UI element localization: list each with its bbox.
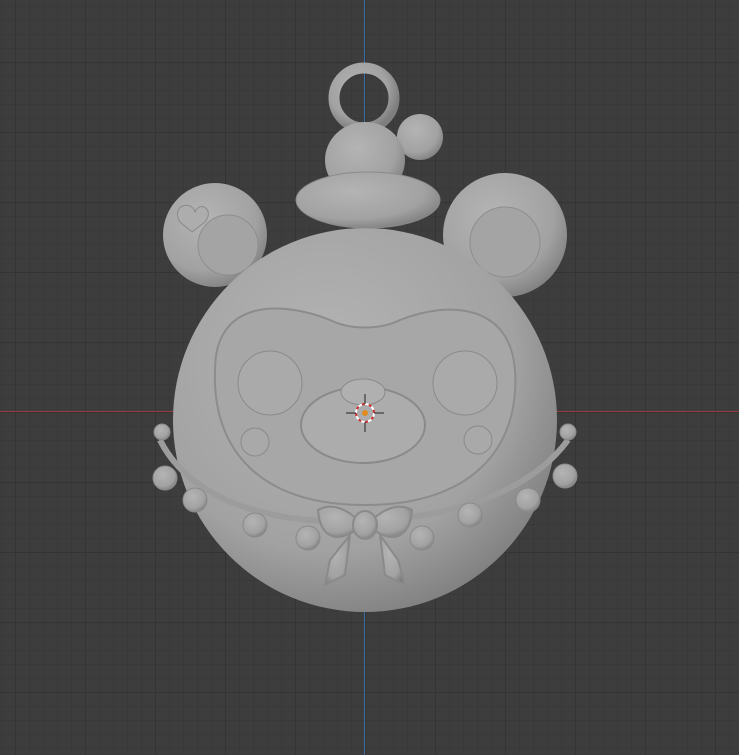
bear-ornament-model[interactable] [0, 0, 739, 755]
hanging-ring [328, 62, 400, 134]
nose [340, 378, 386, 406]
left-eye [237, 350, 303, 416]
left-cheek [240, 427, 270, 457]
right-eye [432, 350, 498, 416]
3d-viewport[interactable] [0, 0, 739, 755]
right-cheek [463, 425, 493, 455]
hat [295, 114, 443, 229]
